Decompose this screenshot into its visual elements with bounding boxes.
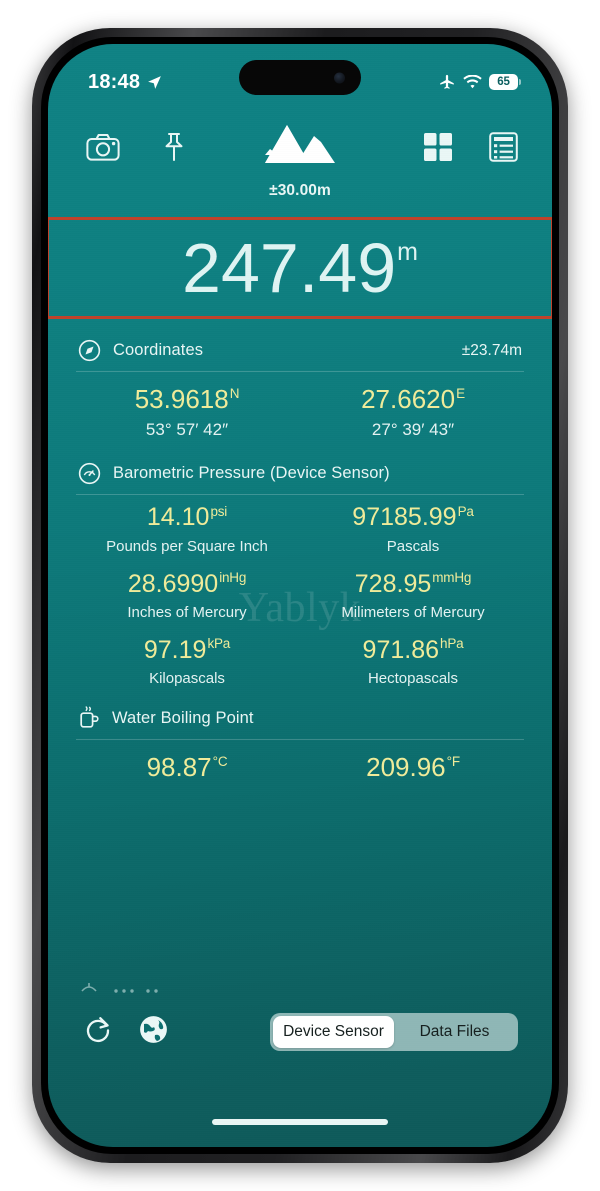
longitude-value: 27.6620	[361, 384, 456, 414]
value: 97185.99Pa	[302, 504, 524, 530]
longitude-unit: E	[456, 386, 465, 402]
altitude-unit: m	[397, 238, 418, 266]
pressure-mmhg-label: Milimeters of Mercury	[341, 603, 485, 621]
pressure-psi: 14.10psi Pounds per Square Inch	[74, 495, 300, 561]
section-header: Coordinates ±23.74m	[74, 329, 526, 371]
pressure-kpa: 97.19kPa Kilopascals	[74, 628, 300, 694]
boiling-celsius-unit: °C	[212, 754, 228, 770]
pressure-inhg-value: 28.6990	[127, 569, 219, 598]
section-coordinates: Coordinates ±23.74m 53.9618N 53° 57′ 42″…	[74, 329, 526, 450]
refresh-icon[interactable]	[82, 1014, 114, 1051]
globe-icon[interactable]	[138, 1014, 169, 1050]
boiling-celsius: 98.87°C	[74, 740, 300, 791]
latitude-dms: 53° 57′ 42″	[145, 420, 229, 440]
altitude-display: 247.49 m	[182, 233, 418, 303]
segment-device-sensor[interactable]: Device Sensor	[273, 1016, 394, 1048]
pressure-mmhg-unit: mmHg	[432, 570, 472, 586]
boiling-fahrenheit: 209.96°F	[300, 740, 526, 791]
section-title: Barometric Pressure (Device Sensor)	[113, 464, 390, 483]
cup-icon	[80, 706, 99, 728]
pressure-kpa-value: 97.19	[143, 635, 207, 664]
pressure-grid: 14.10psi Pounds per Square Inch 97185.99…	[74, 495, 526, 694]
camera-icon[interactable]	[86, 133, 120, 161]
pin-icon[interactable]	[162, 132, 186, 162]
status-bar-right: 65	[438, 73, 521, 91]
pressure-mmhg-value: 728.95	[354, 569, 432, 598]
gauge-icon	[78, 463, 101, 485]
value: 28.6990inHg	[76, 569, 298, 598]
boiling-point-grid: 98.87°C 209.96°F	[74, 740, 526, 791]
pressure-kpa-unit: kPa	[207, 636, 231, 652]
status-time: 18:48	[88, 70, 141, 93]
partially-visible-section	[78, 979, 522, 995]
view-mode-segmented-control[interactable]: Device Sensor Data Files	[270, 1013, 518, 1051]
longitude-dms: 27° 39′ 43″	[371, 420, 455, 440]
battery-percent: 65	[497, 76, 510, 88]
pressure-inhg-unit: inHg	[219, 570, 247, 586]
pressure-hpa-unit: hPa	[440, 636, 464, 652]
section-title: Water Boiling Point	[112, 708, 254, 727]
pressure-hpa-label: Hectopascals	[367, 670, 459, 688]
pressure-pa-label: Pascals	[386, 537, 440, 555]
location-arrow-icon	[148, 75, 162, 89]
section-header: Barometric Pressure (Device Sensor)	[74, 452, 526, 494]
boiling-fahrenheit-unit: °F	[446, 754, 460, 770]
altitude-value: 247.49	[182, 229, 397, 307]
value: 27.6620E	[302, 384, 524, 414]
altitude-highlight-box: 247.49 m	[48, 217, 552, 319]
pressure-inhg-label: Inches of Mercury	[127, 603, 247, 621]
value: 98.87°C	[76, 752, 298, 783]
status-bar-left: 18:48	[88, 71, 163, 94]
coordinate-latitude: 53.9618N 53° 57′ 42″	[74, 372, 300, 450]
boiling-fahrenheit-value: 209.96	[366, 752, 446, 783]
front-camera-icon	[334, 72, 345, 83]
section-barometric-pressure: Barometric Pressure (Device Sensor) 14.1…	[74, 452, 526, 694]
value: 14.10psi	[76, 504, 298, 530]
pressure-pa-unit: Pa	[457, 503, 474, 519]
pressure-psi-unit: psi	[210, 503, 228, 519]
pressure-hpa-value: 971.86	[362, 635, 440, 664]
latitude-unit: N	[229, 386, 240, 402]
section-water-boiling-point: Water Boiling Point 98.87°C 209.96°F	[74, 696, 526, 791]
pressure-kpa-label: Kilopascals	[149, 670, 225, 688]
coordinate-longitude: 27.6620E 27° 39′ 43″	[300, 372, 526, 450]
pressure-pa-value: 97185.99	[352, 503, 457, 532]
altitude-accuracy: ±30.00m	[269, 182, 331, 199]
latitude-value: 53.9618	[134, 384, 229, 414]
pressure-mmhg: 728.95mmHg Milimeters of Mercury	[300, 562, 526, 628]
pressure-pa: 97185.99Pa Pascals	[300, 495, 526, 561]
section-header: Water Boiling Point	[74, 696, 526, 739]
section-accuracy: ±23.74m	[461, 341, 522, 359]
list-view-icon[interactable]	[489, 132, 518, 162]
compass-icon	[78, 339, 101, 362]
coordinates-grid: 53.9618N 53° 57′ 42″ 27.6620E 27° 39′ 43…	[74, 372, 526, 450]
segment-data-files[interactable]: Data Files	[394, 1016, 515, 1048]
pressure-psi-label: Pounds per Square Inch	[106, 537, 268, 555]
phone-screen: 18:48 65 ±30.00m 247.49 m Yablyk Coordin…	[48, 44, 552, 1147]
grid-view-icon[interactable]	[423, 132, 453, 162]
value: 209.96°F	[302, 752, 524, 783]
mountain-logo-icon	[265, 125, 335, 163]
battery-indicator: 65	[489, 74, 521, 90]
app-logo-block: ±30.00m	[210, 122, 390, 200]
pressure-psi-value: 14.10	[146, 503, 210, 532]
pressure-hpa: 971.86hPa Hectopascals	[300, 628, 526, 694]
value: 728.95mmHg	[302, 569, 524, 598]
boiling-celsius-value: 98.87	[146, 752, 212, 783]
airplane-mode-icon	[440, 74, 454, 89]
home-indicator[interactable]	[212, 1119, 388, 1125]
section-title: Coordinates	[113, 341, 204, 359]
value: 53.9618N	[76, 384, 298, 414]
cutoff-icon-row	[81, 983, 158, 993]
value: 97.19kPa	[76, 637, 298, 663]
bottom-toolbar: Device Sensor Data Files	[48, 1003, 552, 1061]
dynamic-island	[239, 60, 361, 95]
value: 971.86hPa	[302, 637, 524, 663]
pressure-inhg: 28.6990inHg Inches of Mercury	[74, 562, 300, 628]
wifi-icon	[463, 74, 482, 88]
